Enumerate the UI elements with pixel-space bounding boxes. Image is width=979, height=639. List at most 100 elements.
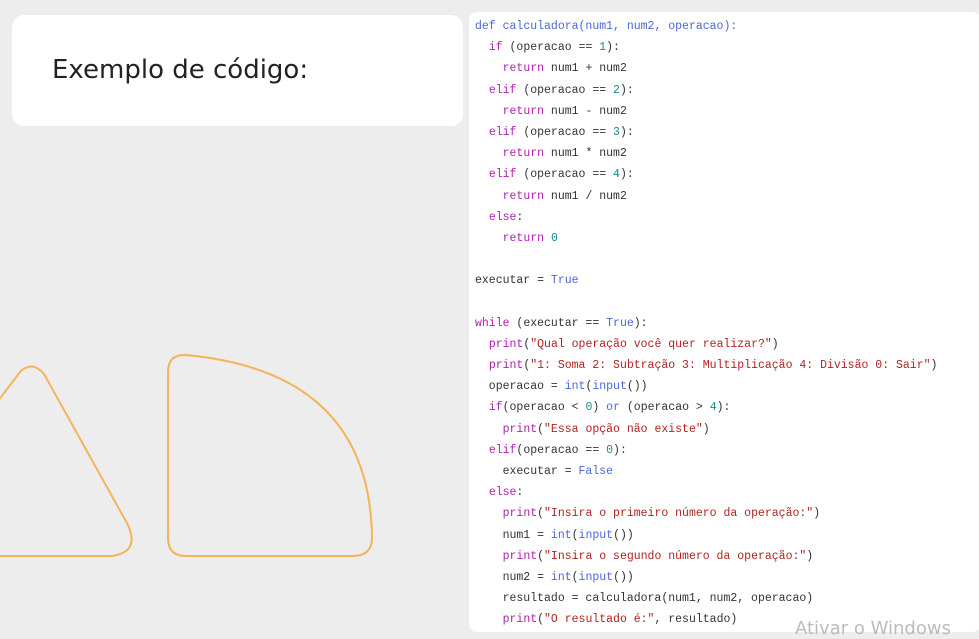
code-token: num1 / num2 bbox=[544, 189, 627, 203]
code-token: num1 + num2 bbox=[544, 62, 627, 76]
code-line: else: bbox=[475, 482, 937, 503]
code-token: or bbox=[606, 401, 620, 415]
code-token: int bbox=[550, 570, 572, 584]
code-line: return num1 / num2 bbox=[475, 186, 937, 207]
code-token: ): bbox=[613, 443, 627, 457]
code-token: print bbox=[502, 422, 538, 436]
code-token: elif bbox=[488, 125, 517, 139]
code-token: ) bbox=[771, 337, 779, 351]
code-token: (operacao > bbox=[619, 401, 710, 415]
code-token: 0 bbox=[606, 443, 614, 457]
code-token: int bbox=[550, 528, 572, 542]
code-token: int bbox=[564, 380, 586, 394]
code-token: (operacao < bbox=[502, 401, 586, 415]
code-token: return bbox=[502, 189, 545, 203]
code-token: "1: Soma 2: Subtração 3: Multiplicação 4… bbox=[530, 359, 931, 372]
code-token: 3 bbox=[613, 125, 620, 139]
code-token: 0 bbox=[550, 231, 558, 245]
quarter-circle-outline-shape bbox=[167, 353, 374, 557]
code-token: ) bbox=[702, 422, 710, 436]
code-line: num2 = int(input()) bbox=[475, 567, 937, 588]
code-line: elif (operacao == 4): bbox=[475, 164, 937, 185]
code-token: else bbox=[488, 210, 517, 224]
code-token: ) bbox=[806, 549, 814, 563]
code-token: ): bbox=[606, 41, 620, 55]
code-token: if bbox=[488, 41, 503, 55]
code-token: ): bbox=[619, 168, 634, 182]
code-token: (operacao == bbox=[516, 443, 607, 457]
code-token: (executar == bbox=[509, 316, 607, 330]
title-card: Exemplo de código: bbox=[12, 15, 463, 126]
code-token: ): bbox=[716, 401, 731, 415]
code-token: True bbox=[606, 316, 634, 330]
code-screenshot: def calculadora(num1, num2, operacao): i… bbox=[469, 12, 979, 632]
code-line: return 0 bbox=[475, 228, 937, 249]
code-token: calculadora bbox=[502, 20, 579, 33]
code-token: def bbox=[475, 20, 503, 33]
code-line: print("Insira o primeiro número da opera… bbox=[475, 503, 937, 524]
code-token: True bbox=[550, 274, 579, 288]
code-token: 4 bbox=[709, 401, 717, 415]
code-token: while bbox=[475, 316, 510, 330]
code-token: executar = bbox=[475, 464, 579, 478]
slide-title: Exemplo de código: bbox=[52, 55, 309, 85]
code-token: ()) bbox=[626, 380, 648, 394]
code-line: return num1 * num2 bbox=[475, 143, 937, 164]
code-token: ()) bbox=[613, 570, 634, 584]
code-token: elif bbox=[488, 443, 517, 457]
code-line: return num1 + num2 bbox=[475, 58, 937, 79]
code-token: print bbox=[502, 549, 538, 563]
code-token: ( bbox=[571, 570, 579, 584]
code-token: return bbox=[502, 104, 545, 118]
code-token: num1 * num2 bbox=[544, 147, 627, 161]
code-line: def calculadora(num1, num2, operacao): bbox=[475, 16, 937, 37]
code-token: "Qual operação você quer realizar?" bbox=[530, 337, 772, 351]
code-token: "O resultado é:" bbox=[544, 613, 655, 627]
code-token: print bbox=[502, 507, 538, 521]
code-line: elif (operacao == 3): bbox=[475, 122, 937, 143]
code-token: ( bbox=[537, 422, 545, 436]
code-token: elif bbox=[488, 168, 517, 182]
code-line: elif (operacao == 2): bbox=[475, 80, 937, 101]
code-token: 2 bbox=[613, 83, 620, 97]
code-line: if(operacao < 0) or (operacao > 4): bbox=[475, 397, 937, 418]
code-token: num2 = bbox=[475, 570, 551, 584]
code-line: print("1: Soma 2: Subtração 3: Multiplic… bbox=[475, 355, 938, 376]
code-token: executar = bbox=[475, 274, 551, 288]
code-line: num1 = int(input()) bbox=[475, 525, 937, 546]
code-token: ) bbox=[592, 401, 607, 415]
code-token: 4 bbox=[613, 168, 620, 182]
code-token: (operacao == bbox=[516, 168, 614, 182]
code-token: if bbox=[488, 401, 503, 415]
code-token: operacao = bbox=[475, 380, 565, 394]
code-token: resultado = calculadora(num1, num2, oper… bbox=[475, 592, 814, 606]
code-line: executar = True bbox=[475, 270, 937, 291]
code-token: ): bbox=[619, 83, 634, 97]
code-token: (operacao == bbox=[516, 125, 614, 139]
code-line: print("Qual operação você quer realizar?… bbox=[475, 334, 937, 355]
code-token: "Essa opção não existe" bbox=[544, 422, 703, 436]
code-token: ( bbox=[537, 507, 545, 521]
code-token: "Insira o primeiro número da operação:" bbox=[544, 507, 814, 521]
code-token: ) bbox=[930, 359, 938, 372]
code-line: elif(operacao == 0): bbox=[475, 440, 937, 461]
code-line: print("Insira o segundo número da operaç… bbox=[475, 546, 937, 567]
code-token: return bbox=[502, 147, 545, 161]
code-token: ( bbox=[571, 528, 579, 542]
code-token: print bbox=[488, 337, 524, 351]
code-token: input bbox=[592, 380, 627, 394]
code-token: return bbox=[502, 231, 545, 245]
code-token: (num1, num2, operacao): bbox=[578, 20, 738, 33]
